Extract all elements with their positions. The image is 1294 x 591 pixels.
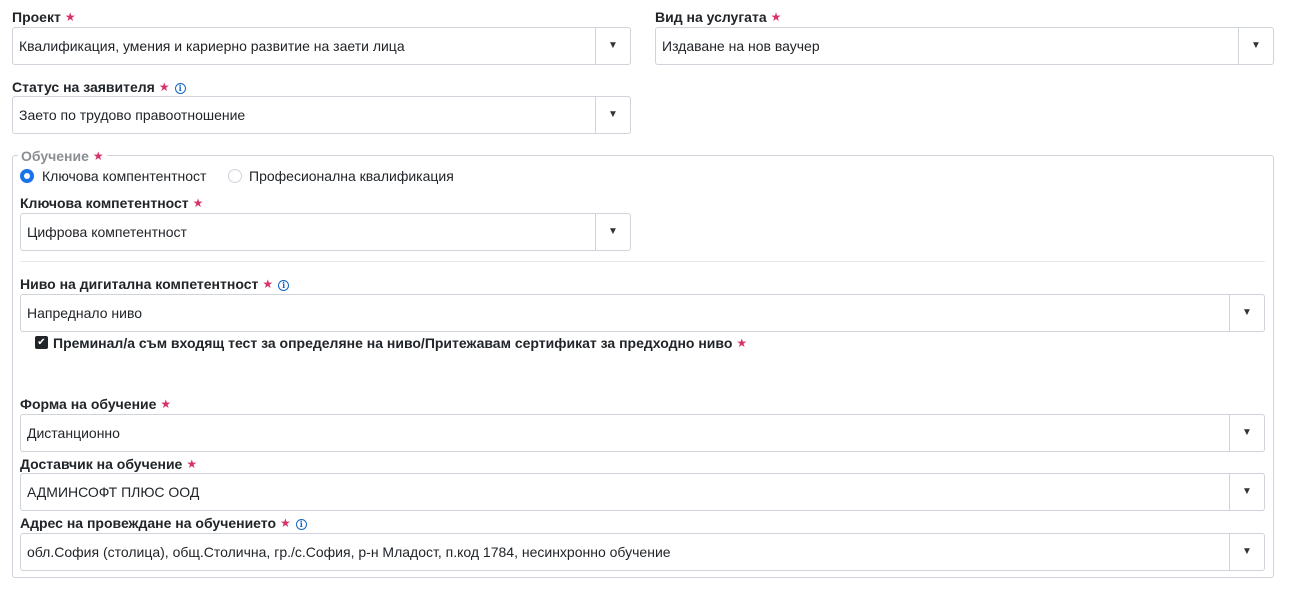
training-provider-label: Доставчик на обучение ★ — [20, 456, 198, 472]
radio-key-competence[interactable] — [20, 169, 34, 183]
service-type-select[interactable]: Издаване на нов ваучер ▼ — [655, 27, 1274, 65]
digital-level-label: Ниво на дигитална компетентност ★ i — [20, 276, 290, 292]
chevron-down-icon[interactable]: ▼ — [1230, 415, 1264, 451]
entry-test-checkbox-label: Преминал/а съм входящ тест за определяне… — [53, 335, 748, 351]
project-label: Проект ★ — [12, 9, 76, 25]
required-star-icon: ★ — [770, 10, 782, 24]
required-star-icon: ★ — [160, 397, 172, 411]
radio-professional-qualification[interactable] — [228, 169, 242, 183]
project-select-value: Квалификация, умения и кариерно развитие… — [19, 38, 405, 54]
chevron-down-icon[interactable]: ▼ — [1230, 534, 1264, 570]
chevron-down-icon[interactable]: ▼ — [1230, 295, 1264, 331]
required-star-icon: ★ — [280, 516, 291, 530]
required-star-icon: ★ — [262, 277, 274, 291]
key-competence-select-value: Цифрова компетентност — [27, 224, 187, 240]
chevron-down-icon[interactable]: ▼ — [1230, 474, 1264, 510]
section-divider — [20, 261, 1265, 262]
key-competence-label: Ключова компетентност ★ — [20, 195, 204, 211]
project-select[interactable]: Квалификация, умения и кариерно развитие… — [12, 27, 631, 65]
digital-level-select-value: Напреднало ниво — [27, 305, 143, 321]
applicant-status-select[interactable]: Заето по трудово правоотношение ▼ — [12, 96, 631, 134]
training-form-select-value: Дистанционно — [27, 425, 120, 441]
radio-key-competence-label: Ключова компентентност — [42, 168, 207, 184]
applicant-status-label: Статус на заявителя ★ i — [12, 79, 186, 95]
info-icon[interactable]: i — [174, 83, 186, 94]
required-star-icon: ★ — [158, 80, 170, 94]
required-star-icon: ★ — [736, 336, 748, 350]
required-star-icon: ★ — [186, 457, 198, 471]
applicant-status-select-value: Заето по трудово правоотношение — [19, 107, 246, 123]
key-competence-select[interactable]: Цифрова компетентност ▼ — [20, 213, 631, 251]
training-legend: Обучение ★ — [18, 148, 107, 164]
training-provider-select-value: АДМИНСОФТ ПЛЮС ООД — [27, 484, 200, 500]
training-provider-select[interactable]: АДМИНСОФТ ПЛЮС ООД ▼ — [20, 473, 1265, 511]
required-star-icon: ★ — [192, 196, 204, 210]
training-address-label: Адрес на провеждане на обучението ★ i — [20, 515, 307, 531]
radio-professional-qualification-label: Професионална квалификация — [249, 168, 454, 184]
chevron-down-icon[interactable]: ▼ — [596, 214, 630, 250]
training-form-label: Форма на обучение ★ — [20, 396, 172, 412]
info-icon[interactable]: i — [295, 519, 307, 530]
info-icon[interactable]: i — [278, 280, 290, 291]
service-type-select-value: Издаване на нов ваучер — [662, 38, 820, 54]
training-address-select[interactable]: обл.София (столица), общ.Столична, гр./с… — [20, 533, 1265, 571]
entry-test-checkbox[interactable]: ✔ — [35, 336, 48, 349]
training-form-select[interactable]: Дистанционно ▼ — [20, 414, 1265, 452]
required-star-icon: ★ — [64, 10, 76, 24]
digital-level-select[interactable]: Напреднало ниво ▼ — [20, 294, 1265, 332]
chevron-down-icon[interactable]: ▼ — [596, 97, 630, 133]
chevron-down-icon[interactable]: ▼ — [1239, 28, 1273, 64]
required-star-icon: ★ — [92, 149, 104, 163]
chevron-down-icon[interactable]: ▼ — [596, 28, 630, 64]
training-address-select-value: обл.София (столица), общ.Столична, гр./с… — [27, 544, 671, 560]
service-type-label: Вид на услугата ★ — [655, 9, 782, 25]
